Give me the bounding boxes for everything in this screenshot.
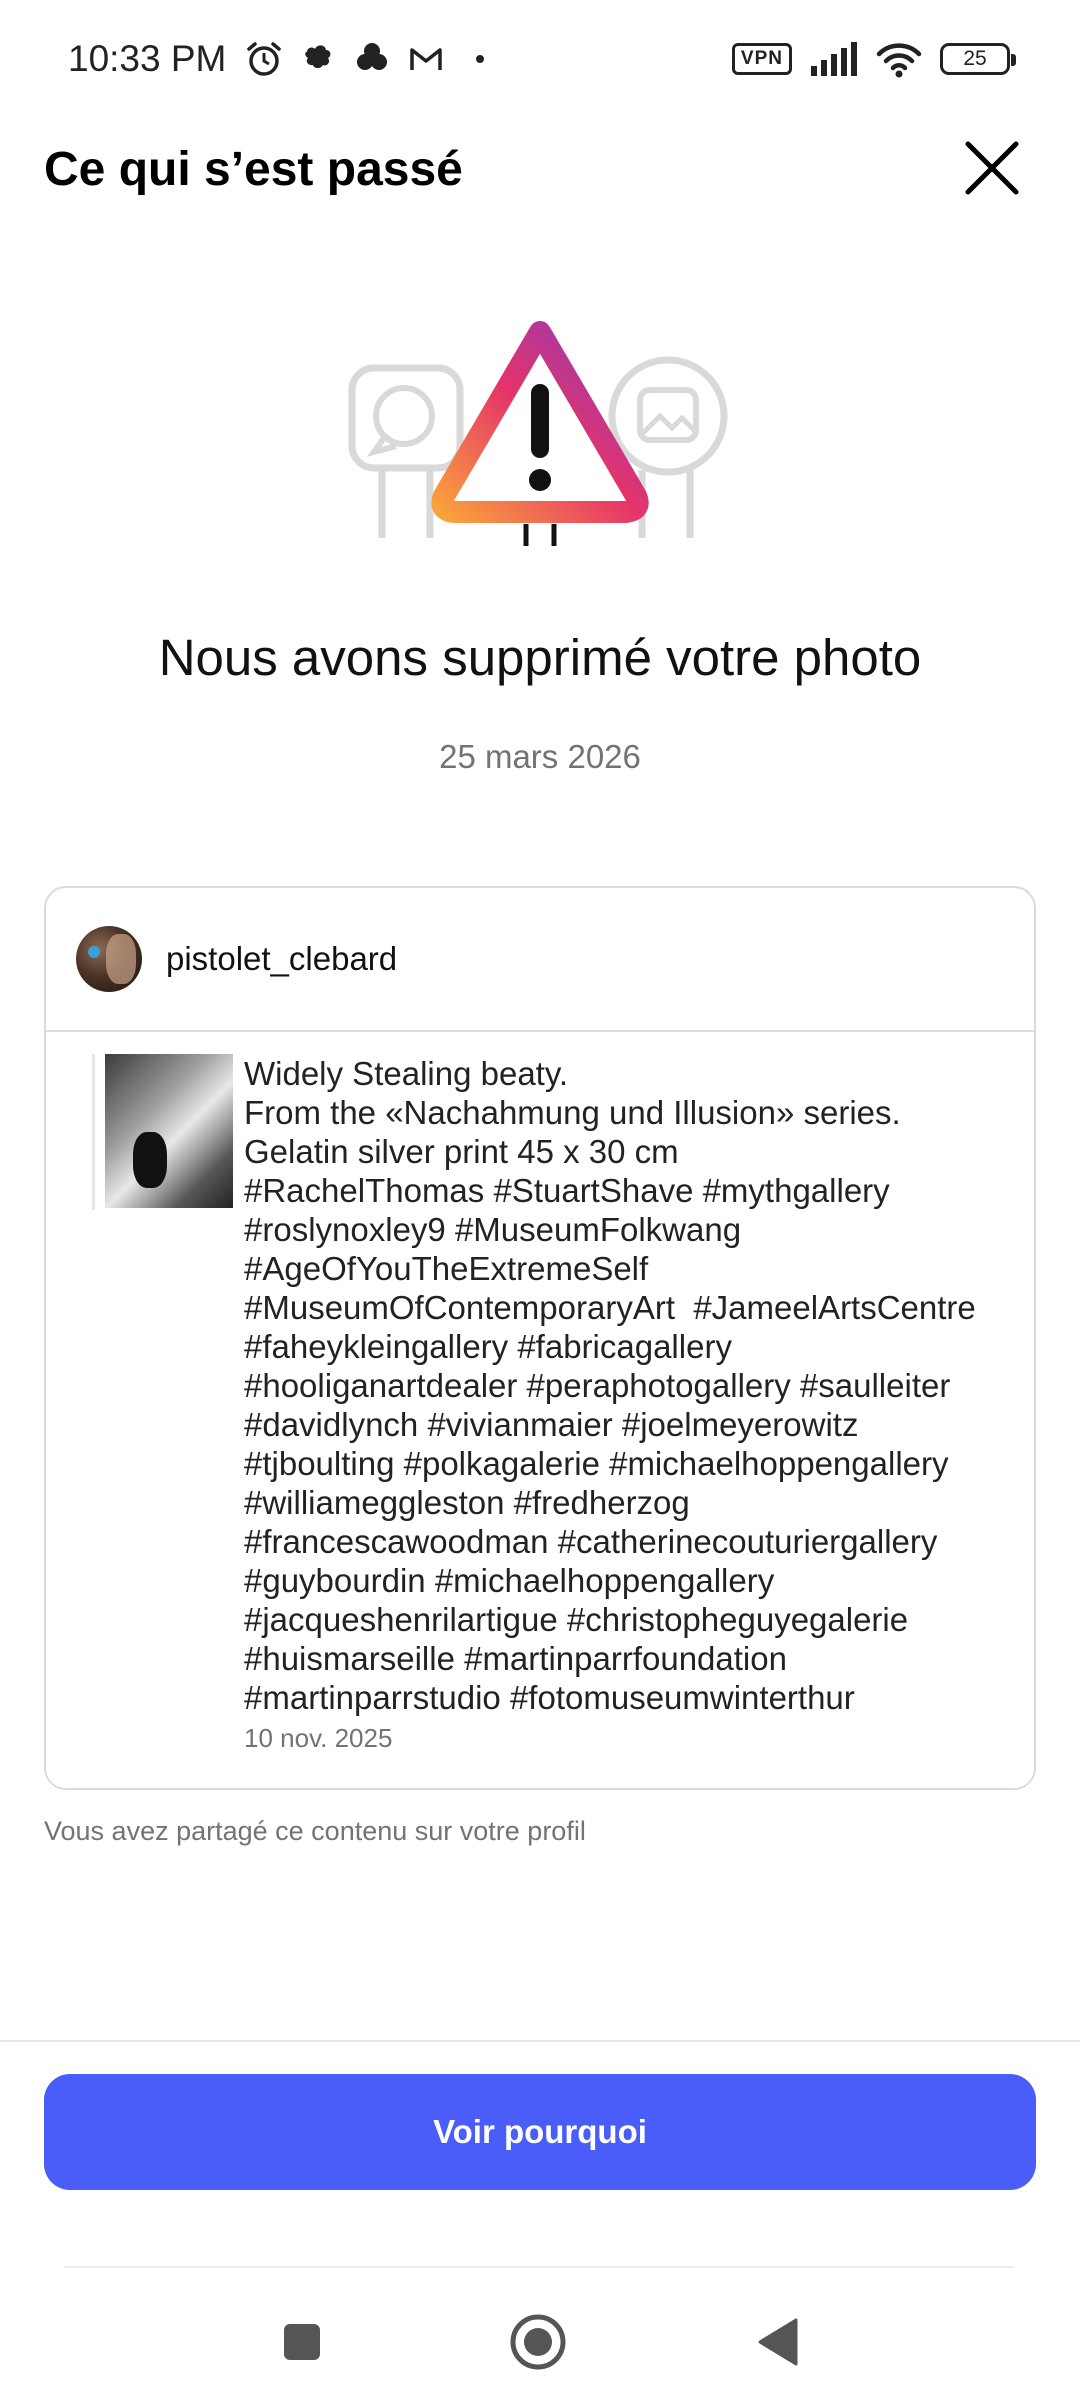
avatar [76,926,142,992]
wifi-icon [874,39,924,79]
post-body: Widely Stealing beaty. From the «Nachahm… [46,1032,1034,1754]
post-thumbnail-frame [92,1054,233,1210]
caption-line: #francescawoodman #catherinecouturiergal… [244,1523,938,1560]
home-circle-icon [510,2314,566,2370]
caption-line: #roslynoxley9 #MuseumFolkwang [244,1211,742,1248]
post-date: 10 nov. 2025 [244,1723,393,1753]
close-button[interactable] [958,134,1026,202]
header: Ce qui s’est passé [0,118,1080,218]
status-left: 10:33 PM [68,38,500,80]
caption-line: #martinparrstudio #fotomuseumwinterthur [244,1679,855,1716]
battery-icon: 25 [940,43,1016,75]
post-thumbnail [105,1054,233,1208]
caption-line: #williameggleston #fredherzog [244,1484,690,1521]
system-nav-bar [0,2290,1080,2390]
footer-divider [0,2040,1080,2042]
caption-line: #MuseumOfContemporaryArt #JameelArtsCent… [244,1289,976,1326]
alarm-icon [244,39,284,79]
caption-line: #huismarseille #martinparrfoundation [244,1640,787,1677]
post-caption: Widely Stealing beaty. From the «Nachahm… [244,1054,1004,1717]
home-button[interactable] [506,2310,570,2374]
status-time: 10:33 PM [68,38,227,79]
post-card[interactable]: pistolet_clebard Widely Stealing beaty. … [44,886,1036,1790]
caption-line: #davidlynch #vivianmaier #joelmeyerowitz [244,1406,859,1443]
status-right: VPN 25 [731,39,1016,79]
removal-date: 25 mars 2026 [439,738,641,775]
back-triangle-icon [758,2318,798,2366]
post-username: pistolet_clebard [166,940,398,977]
nav-divider [64,2266,1014,2268]
caption-line: #jacqueshenrilartigue #christopheguyegal… [244,1601,909,1638]
gmail-icon [406,39,446,79]
caption-line: #RachelThomas #StuartShave #mythgallery [244,1172,890,1209]
notification-icon [352,39,392,79]
page-title: Ce qui s’est passé [44,143,463,196]
recents-button[interactable] [270,2310,334,2374]
see-why-button[interactable]: Voir pourquoi [44,2074,1036,2190]
battery-level: 25 [963,47,987,70]
dot-icon [460,39,500,79]
warning-triangle-icon [431,321,649,546]
removed-headline: Nous avons supprimé votre photo [158,629,922,686]
back-button[interactable] [746,2310,810,2374]
post-header: pistolet_clebard [46,888,1034,1032]
signal-icon [808,39,858,79]
shared-note: Vous avez partagé ce contenu sur votre p… [44,1816,586,1846]
caption-line: #guybourdin #michaelhoppengallery [244,1562,775,1599]
status-bar: 10:33 PM VPN 25 [0,0,1080,118]
vpn-badge: VPN [731,43,792,75]
notification-icon [298,39,338,79]
close-icon [965,141,1019,195]
caption-line: Gelatin silver print 45 x 30 cm [244,1133,679,1170]
caption-line: #tjboulting #polkagalerie #michaelhoppen… [244,1445,949,1482]
caption-line: #AgeOfYouTheExtremeSelf [244,1250,649,1287]
square-icon [284,2324,320,2360]
caption-line: From the «Nachahmung und Illusion» serie… [244,1094,901,1131]
caption-line: #faheykleingallery #fabricagallery [244,1328,732,1365]
caption-line: Widely Stealing beaty. [244,1055,569,1092]
warning-illustration [340,320,740,560]
caption-line: #hooliganartdealer #peraphotogallery #sa… [244,1367,951,1404]
